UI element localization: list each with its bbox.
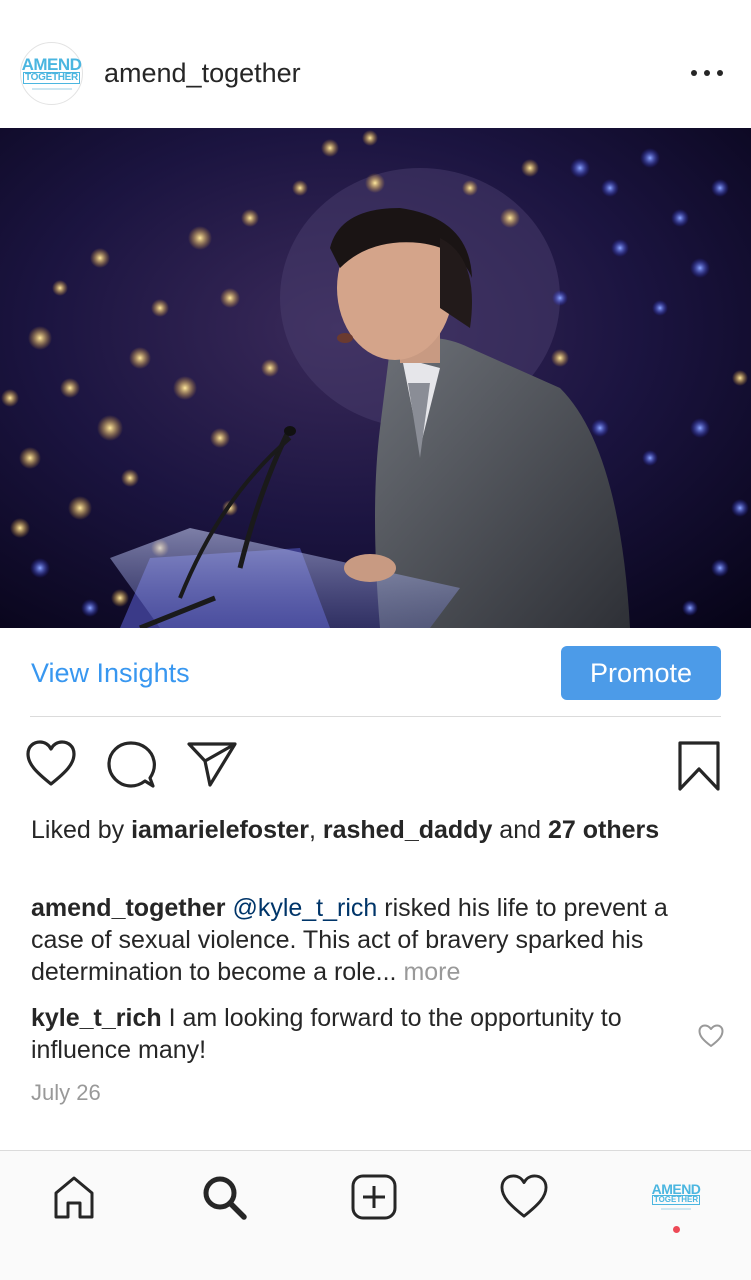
avatar[interactable]: AMEND TOGETHER xyxy=(20,42,83,105)
add-post-icon xyxy=(351,1174,397,1220)
nav-activity[interactable] xyxy=(496,1169,552,1225)
liker-username-1[interactable]: iamarielefoster xyxy=(131,816,309,844)
liker-username-2[interactable]: rashed_daddy xyxy=(323,816,493,844)
post-username[interactable]: amend_together xyxy=(104,58,301,89)
likes-prefix: Liked by xyxy=(31,816,132,844)
bottom-navigation: AMEND TOGETHER xyxy=(0,1150,751,1280)
insights-row: View Insights Promote xyxy=(0,628,751,716)
profile-tagline xyxy=(661,1207,691,1210)
nav-home[interactable] xyxy=(46,1169,102,1225)
post-timestamp: July 26 xyxy=(31,1080,101,1105)
bookmark-icon[interactable] xyxy=(676,740,722,792)
view-insights-link[interactable]: View Insights xyxy=(31,658,190,689)
profile-text-top: AMEND xyxy=(651,1180,701,1197)
comment-username[interactable]: kyle_t_rich xyxy=(31,1004,162,1032)
heart-icon xyxy=(500,1174,548,1218)
nav-search[interactable] xyxy=(196,1169,252,1225)
home-icon xyxy=(54,1176,94,1219)
likes-separator: , xyxy=(308,816,323,844)
caption-username[interactable]: amend_together xyxy=(31,894,225,922)
heart-icon[interactable] xyxy=(26,740,76,788)
comment-heart-icon[interactable] xyxy=(698,1024,724,1048)
post-header: AMEND TOGETHER amend_together xyxy=(0,0,751,128)
likes-summary: Liked by iamarielefoster, rashed_daddy a… xyxy=(31,814,721,846)
nav-add-post[interactable] xyxy=(346,1169,402,1225)
likes-and-text: and xyxy=(492,816,548,844)
avatar-text-top: AMEND xyxy=(21,55,82,74)
notification-dot xyxy=(673,1226,680,1233)
paper-plane-icon[interactable] xyxy=(186,740,238,788)
divider xyxy=(30,716,721,717)
post-caption: amend_together @kyle_t_rich risked his l… xyxy=(31,892,721,988)
caption-more-link[interactable]: more xyxy=(403,958,460,986)
caption-mention[interactable]: @kyle_t_rich xyxy=(232,894,377,922)
comment-icon[interactable] xyxy=(106,740,156,790)
search-icon xyxy=(203,1176,247,1220)
comment-item: kyle_t_rich I am looking forward to the … xyxy=(31,1002,671,1066)
profile-text-bottom: TOGETHER xyxy=(651,1194,701,1205)
avatar-text-bottom: TOGETHER xyxy=(23,72,80,84)
post-photo-illustration xyxy=(0,128,751,628)
avatar-tagline xyxy=(31,88,72,90)
promote-button[interactable]: Promote xyxy=(561,646,721,700)
likes-others-link[interactable]: 27 others xyxy=(548,816,659,844)
post-photo[interactable] xyxy=(0,128,751,628)
nav-profile[interactable]: AMEND TOGETHER xyxy=(646,1171,706,1221)
more-options-icon[interactable] xyxy=(691,64,723,82)
